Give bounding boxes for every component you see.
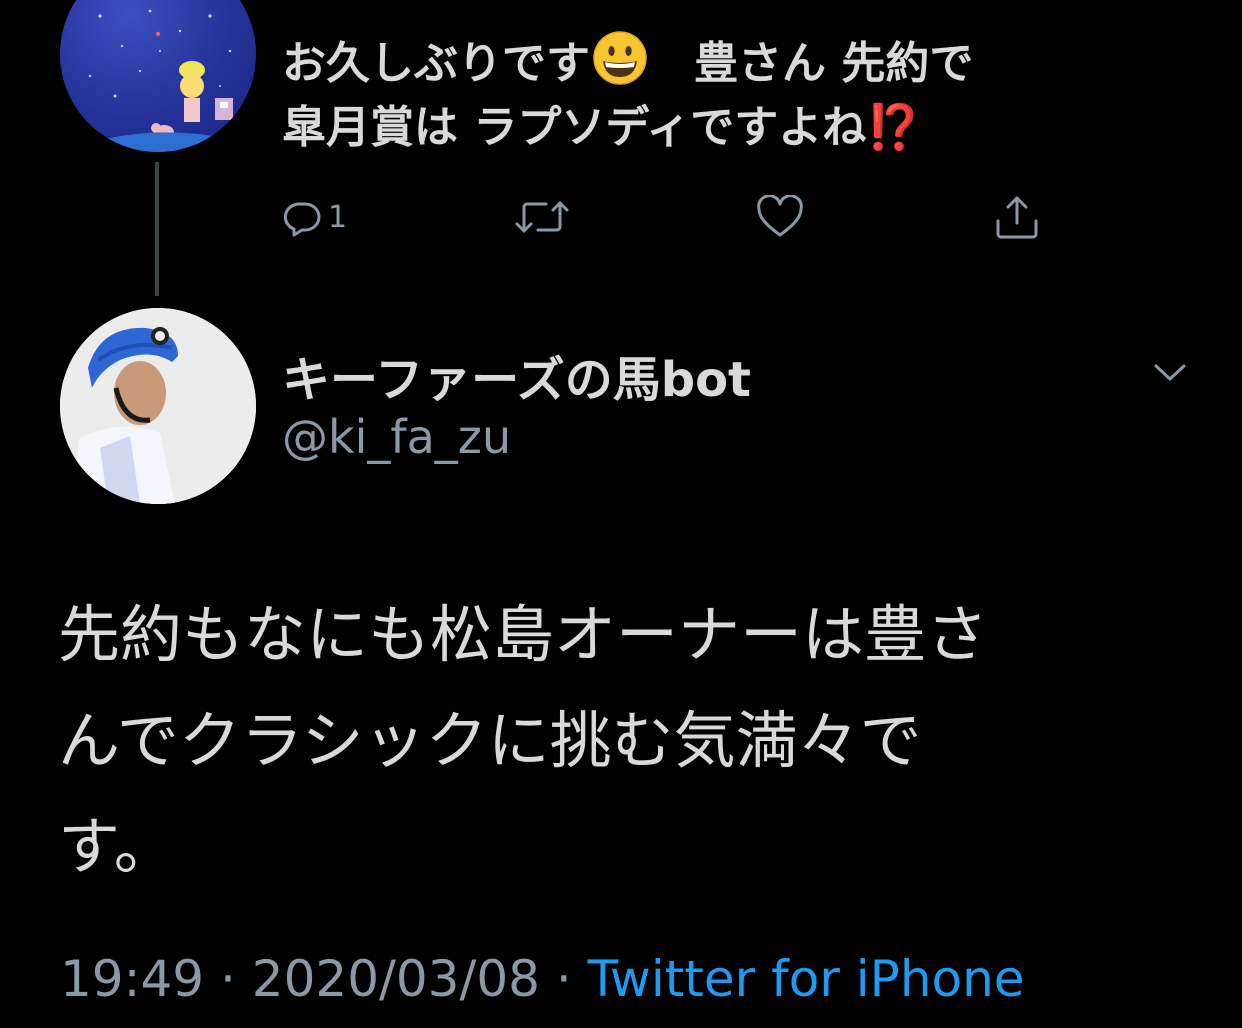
tweet-metadata: 19:49 · 2020/03/08 · Twitter for iPhone xyxy=(60,950,1025,1008)
tweet-body: 先約もなにも松島オーナーは豊さ んでクラシックに挑む気満々で す。 xyxy=(58,582,1178,900)
user-handle[interactable]: @ki_fa_zu xyxy=(282,410,511,464)
display-name[interactable]: キーファーズの馬bot xyxy=(282,340,751,410)
parent-tweet-text-segment: お久しぶりです xyxy=(282,38,590,89)
reply-button[interactable]: 1 xyxy=(282,192,347,242)
reply-count: 1 xyxy=(328,199,348,235)
retweet-button[interactable] xyxy=(512,192,572,242)
meta-separator: · xyxy=(539,950,588,1008)
reply-icon xyxy=(283,202,321,237)
main-avatar-image xyxy=(60,308,256,504)
main-avatar[interactable] xyxy=(60,308,256,504)
parent-avatar[interactable] xyxy=(60,0,256,152)
tweet-time[interactable]: 19:49 xyxy=(60,950,204,1008)
meta-separator: · xyxy=(204,950,252,1008)
tweet-date[interactable]: 2020/03/08 xyxy=(252,950,540,1008)
parent-tweet-text: お久しぶりです 豊さん 先約で 皐月賞は ラプソディですよね⁉️ xyxy=(282,30,1182,160)
parent-tweet-line-2: 皐月賞は ラプソディですよね⁉️ xyxy=(282,96,1182,160)
like-button[interactable] xyxy=(756,192,804,242)
parent-tweet-actions: 1 xyxy=(282,192,1062,242)
parent-avatar-image xyxy=(60,9,256,152)
share-button[interactable] xyxy=(992,192,1042,242)
tweet-body-line: 先約もなにも松島オーナーは豊さ xyxy=(58,598,989,671)
tweet-source-link[interactable]: Twitter for iPhone xyxy=(588,950,1025,1008)
parent-tweet-text-segment: 皐月賞は ラプソディですよね xyxy=(282,102,867,153)
like-heart-icon xyxy=(757,195,803,237)
interrobang-emoji-icon: ⁉️ xyxy=(866,102,922,153)
thread-connector-line xyxy=(155,162,159,296)
tweet-body-line: んでクラシックに挑む気満々で xyxy=(58,704,922,777)
share-icon xyxy=(996,196,1038,239)
chevron-down-icon[interactable] xyxy=(1150,352,1190,392)
parent-tweet-line-1: お久しぶりです 豊さん 先約で xyxy=(282,30,1182,96)
parent-tweet-text-segment: 豊さん 先約で xyxy=(650,38,974,89)
grinning-face-emoji-icon xyxy=(593,31,647,85)
retweet-icon xyxy=(515,201,569,233)
tweet-body-line: す。 xyxy=(58,810,176,883)
